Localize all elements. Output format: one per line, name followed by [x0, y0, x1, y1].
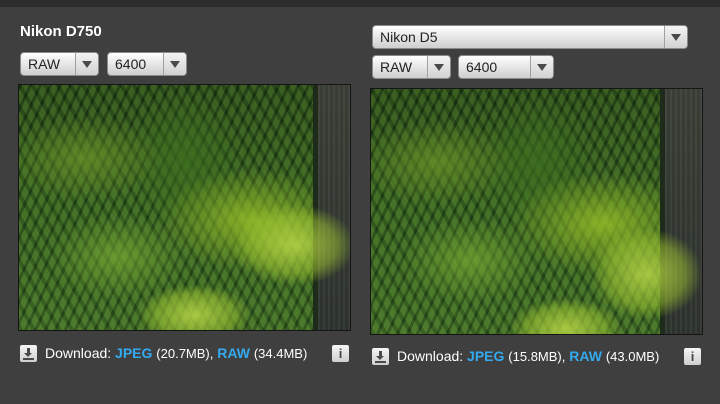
jpeg-download-link[interactable]: JPEG — [115, 345, 152, 361]
raw-download-link[interactable]: RAW — [217, 345, 250, 361]
download-label: Download: — [397, 348, 464, 364]
jpeg-size: (20.7MB), — [156, 346, 214, 361]
sample-image[interactable] — [18, 84, 351, 331]
image-highlight — [139, 285, 249, 330]
camera-select-value: Nikon D5 — [380, 29, 438, 45]
camera-title: Nikon D750 — [20, 23, 102, 40]
download-text: Download: JPEG (15.8MB), RAW (43.0MB) — [397, 348, 659, 364]
image-highlight — [234, 205, 350, 285]
download-row: Download: JPEG (20.7MB), RAW (34.4MB) i — [20, 345, 350, 363]
iso-select-value: 6400 — [466, 59, 498, 75]
info-icon[interactable]: i — [332, 345, 349, 362]
iso-select-value: 6400 — [115, 56, 147, 72]
format-select[interactable]: RAW — [20, 52, 99, 76]
chevron-down-icon[interactable] — [530, 56, 553, 78]
iso-select[interactable]: 6400 — [458, 55, 554, 79]
jpeg-size: (15.8MB), — [508, 349, 566, 364]
right-comparison-panel: Nikon D5 RAW 6400 Download: JPEG (15.8MB… — [360, 0, 720, 404]
chevron-down-icon[interactable] — [163, 53, 186, 75]
chevron-down-icon[interactable] — [427, 56, 450, 78]
download-label: Download: — [45, 345, 112, 361]
left-comparison-panel: Nikon D750 RAW 6400 Download: JPEG (20.7… — [0, 0, 360, 404]
chevron-down-icon[interactable] — [664, 26, 687, 48]
image-highlight — [511, 299, 621, 334]
download-icon[interactable] — [20, 345, 37, 362]
iso-select[interactable]: 6400 — [107, 52, 187, 76]
sample-image[interactable] — [370, 88, 703, 335]
format-select-value: RAW — [380, 59, 413, 75]
raw-download-link[interactable]: RAW — [569, 348, 602, 364]
raw-size: (34.4MB) — [253, 346, 308, 361]
download-icon[interactable] — [372, 348, 389, 365]
download-row: Download: JPEG (15.8MB), RAW (43.0MB) i — [372, 348, 707, 366]
chevron-down-icon[interactable] — [75, 53, 98, 75]
jpeg-download-link[interactable]: JPEG — [467, 348, 504, 364]
info-icon[interactable]: i — [684, 348, 701, 365]
raw-size: (43.0MB) — [605, 349, 660, 364]
download-text: Download: JPEG (20.7MB), RAW (34.4MB) — [45, 345, 307, 361]
camera-select[interactable]: Nikon D5 — [372, 25, 688, 49]
format-select[interactable]: RAW — [372, 55, 451, 79]
format-select-value: RAW — [28, 56, 61, 72]
